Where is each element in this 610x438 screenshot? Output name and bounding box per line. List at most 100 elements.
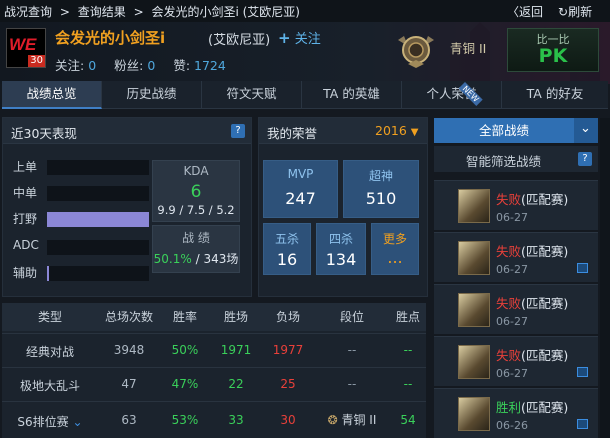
lane-label-adc: ADC [13,238,39,252]
tab-bar: 战绩总览 历史战绩 符文天赋 TA 的英雄 个人荣誉 TA 的好友 [2,81,608,109]
record-card: 战 绩 50.1% / 343场 [152,225,240,273]
table-row[interactable]: S6排位赛 ⌄ 63 53% 33 30 ❂ 青铜 II 54 [2,401,426,435]
rank-badge-icon [398,36,434,68]
lane-bar-fill [47,266,50,281]
cell-rate: 53% [171,413,199,427]
all-matches-button[interactable]: 全部战绩 [434,118,574,143]
cell-total: 63 [121,413,137,427]
chevron-down-icon[interactable]: ⌄ [73,415,83,429]
player-avatar[interactable]: WE 30 [6,28,46,68]
match-result: 失败 [496,244,522,259]
crumb-home[interactable]: 战况查询 [4,5,52,19]
honor-value: 247 [285,189,316,208]
lane-bar-support [47,266,149,281]
tab-honors[interactable]: 个人荣誉 [402,81,502,109]
match-result: 失败 [496,348,522,363]
help-icon[interactable]: ? [231,124,245,138]
match-date: 06-27 [496,315,528,328]
games-count: / 343场 [195,252,239,266]
match-result: 失败 [496,192,522,207]
lane-label-top: 上单 [13,160,38,174]
lane-bar-fill [47,212,149,227]
match-date: 06-27 [496,367,528,380]
pk-button[interactable]: 比一比 PK [507,28,599,72]
lane-bar-mid [47,186,149,201]
col-header-points: 胜点 [390,303,426,331]
lane-bar-jungle [47,212,149,227]
match-item[interactable]: 失败(匹配赛) 06-27 [434,284,598,334]
match-result-line: 失败(匹配赛) [496,293,568,312]
tab-history[interactable]: 历史战绩 [102,81,202,109]
cell-points: -- [403,343,413,357]
lane-bar-top [47,160,149,175]
cell-type: 经典对战 [25,345,74,359]
server-name: (艾欧尼亚) [208,33,271,48]
video-replay-icon[interactable] [577,419,588,429]
cell-rank: -- [347,343,357,357]
kda-card: KDA 6 9.9 / 7.5 / 5.2 [152,160,240,222]
champion-portrait [458,397,490,431]
kda-value: 6 [190,182,202,202]
chevron-down-icon: ⌄ [580,121,591,136]
cell-rate: 47% [171,377,199,391]
table-row[interactable]: 经典对战 3948 50% 1971 1977 -- -- [2,333,426,367]
cell-type-label: S6排位赛 [17,415,69,429]
likes-count: 1724 [194,58,226,73]
table-row[interactable]: 极地大乱斗 47 47% 22 25 -- -- [2,367,426,401]
video-replay-icon[interactable] [577,263,588,273]
cell-lose: 1977 [272,343,304,357]
cell-lose: 30 [280,413,296,427]
cell-rate: 50% [171,343,199,357]
kda-title: KDA [183,164,209,178]
recent-header: 近30天表现 ? [3,118,251,144]
cell-total: 3948 [113,343,145,357]
cell-points: 54 [400,413,416,427]
honor-card-legendary[interactable]: 超神 510 [343,160,419,218]
smart-filter-row[interactable]: 智能筛选战绩 ? [434,146,598,172]
match-result-line: 胜利(匹配赛) [496,397,568,416]
champion-portrait [458,189,490,223]
honor-value: 16 [276,250,298,269]
winrate: 50.1% [153,252,192,266]
honor-label: 超神 [368,169,393,183]
scrollbar[interactable] [600,118,610,438]
tab-heroes[interactable]: TA 的英雄 [302,81,402,109]
app-root: 战况查询 > 查询结果 > 会发光的小剑圣i (艾欧尼亚) 〈返回 ↻刷新 WE… [0,0,610,438]
match-item[interactable]: 失败(匹配赛) 06-27 [434,180,598,230]
col-header-rank: 段位 [314,303,390,331]
crumb-results[interactable]: 查询结果 [78,5,126,19]
col-header-type: 类型 [2,303,98,331]
rank-name: 青铜 II [450,41,487,56]
honor-card-mvp[interactable]: MVP 247 [263,160,338,218]
kda-detail: 9.9 / 7.5 / 5.2 [157,203,235,217]
matches-filter-dropdown[interactable]: ⌄ [574,118,598,143]
match-date: 06-26 [496,419,528,432]
refresh-button[interactable]: ↻刷新 [558,3,592,20]
honor-card-penta[interactable]: 五杀 16 [263,223,311,275]
honor-card-more[interactable]: 更多 ... [371,223,419,275]
col-header-lose: 负场 [262,303,314,331]
cell-rank: -- [347,377,357,391]
record-line: 50.1% / 343场 [153,250,239,267]
match-mode: (匹配赛) [521,296,569,311]
tab-friends[interactable]: TA 的好友 [502,81,608,109]
match-mode: (匹配赛) [521,400,569,415]
honor-card-quadra[interactable]: 四杀 134 [316,223,366,275]
honor-value: 134 [325,250,357,269]
video-replay-icon[interactable] [577,367,588,377]
match-mode: (匹配赛) [521,192,569,207]
match-item[interactable]: 失败(匹配赛) 06-27 [434,232,598,282]
level-badge: 30 [28,55,45,67]
match-item[interactable]: 失败(匹配赛) 06-27 [434,336,598,386]
year-select[interactable]: 2016 ▼ [375,123,419,138]
follow-button[interactable]: + 关注 [278,28,321,47]
honor-value: 510 [365,189,397,208]
record-title: 战 绩 [182,231,210,245]
back-button[interactable]: 〈返回 [507,3,543,20]
tab-overview[interactable]: 战绩总览 [2,81,102,109]
match-result: 失败 [496,296,522,311]
help-icon[interactable]: ? [578,152,592,166]
col-header-total: 总场次数 [98,303,160,331]
tab-runes[interactable]: 符文天赋 [202,81,302,109]
match-item[interactable]: 胜利(匹配赛) 06-26 [434,388,598,438]
